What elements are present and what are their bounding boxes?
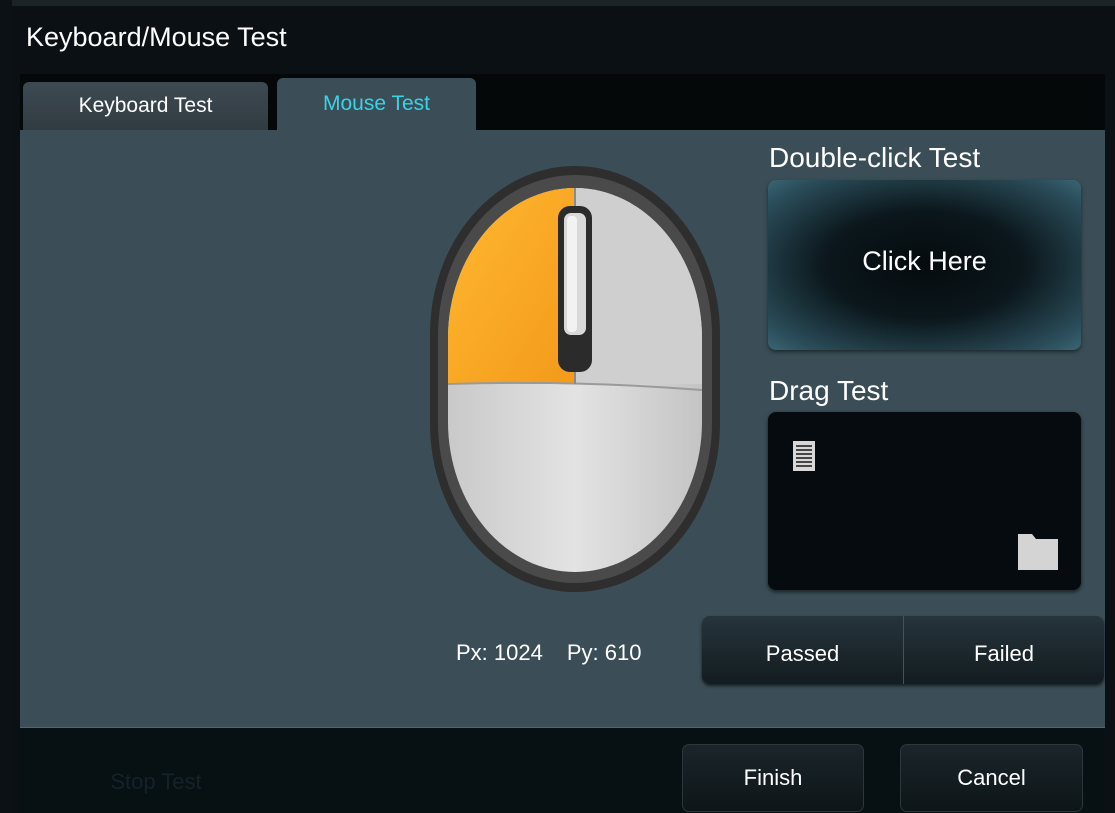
tab-keyboard-test[interactable]: Keyboard Test bbox=[23, 82, 268, 130]
double-click-label: Click Here bbox=[862, 246, 987, 276]
stop-test-button: Stop Test bbox=[110, 769, 202, 794]
drag-test-heading: Drag Test bbox=[769, 375, 889, 406]
window-top-border bbox=[12, 0, 1115, 6]
document-icon[interactable] bbox=[792, 440, 816, 472]
window-title: Keyboard/Mouse Test bbox=[26, 22, 287, 52]
pointer-y-readout: Py: 610 bbox=[566, 640, 642, 665]
mouse-diagram bbox=[430, 166, 720, 592]
tab-strip: Keyboard Test Mouse Test bbox=[20, 74, 1105, 130]
passed-button[interactable]: Passed bbox=[702, 616, 904, 684]
double-click-heading: Double-click Test bbox=[769, 142, 981, 173]
pointer-x-readout: Px: 1024 bbox=[456, 640, 543, 665]
failed-button[interactable]: Failed bbox=[904, 616, 1104, 684]
cancel-button[interactable]: Cancel bbox=[900, 744, 1083, 812]
mouse-right-button bbox=[575, 188, 702, 384]
mouse-left-button bbox=[448, 188, 575, 384]
folder-icon bbox=[1018, 534, 1058, 570]
tab-mouse-test[interactable]: Mouse Test bbox=[277, 78, 476, 130]
drag-test-area bbox=[768, 412, 1081, 590]
pointer-coordinates: Px: 1024 Py: 610 bbox=[456, 640, 641, 666]
double-click-target[interactable]: Click Here bbox=[768, 180, 1081, 350]
mouse-test-panel: Double-click Test Click Here Drag Test P… bbox=[20, 130, 1105, 728]
result-button-group: Passed Failed bbox=[702, 616, 1104, 684]
dialog-footer: Stop Test Finish Cancel bbox=[20, 728, 1105, 813]
finish-button[interactable]: Finish bbox=[682, 744, 864, 812]
